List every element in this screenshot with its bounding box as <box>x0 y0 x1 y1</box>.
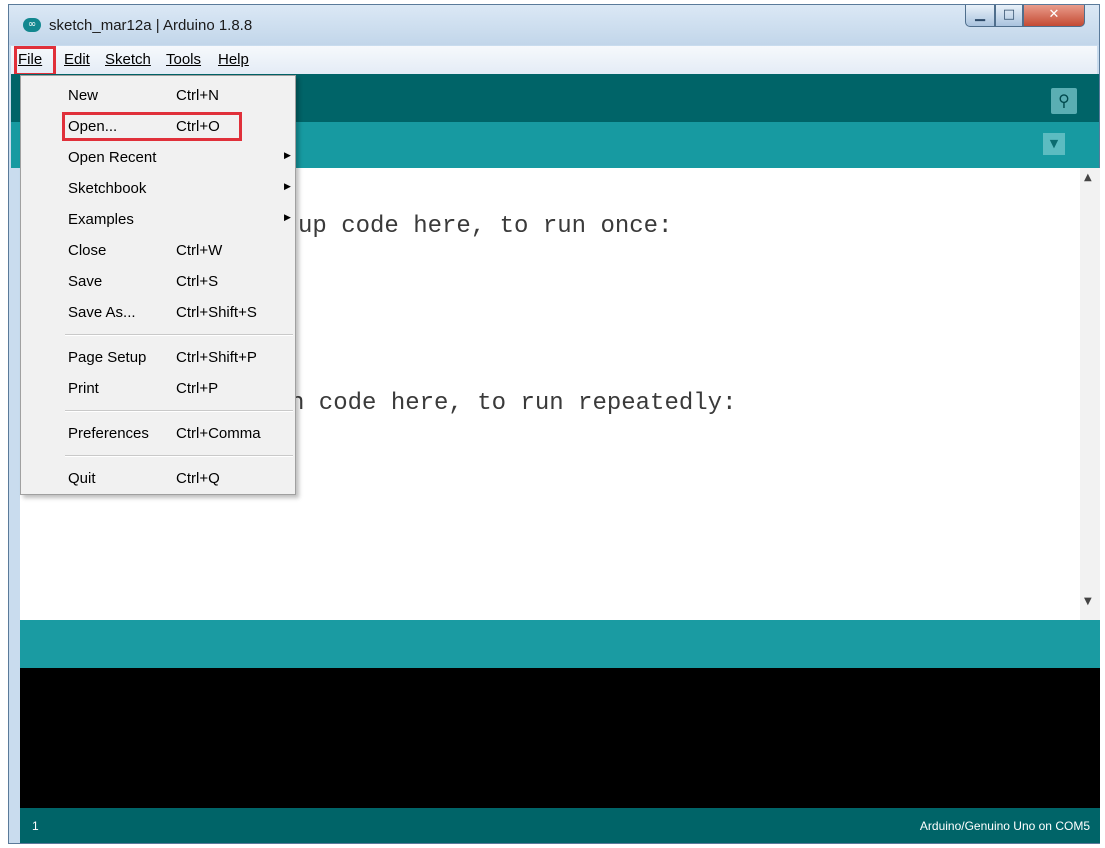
menu-edit[interactable]: Edit <box>64 51 90 68</box>
code-line: up code here, to run once: <box>298 213 673 240</box>
arduino-logo-icon: ∞ <box>23 18 41 32</box>
menu-help[interactable]: Help <box>218 51 249 68</box>
menu-entry-shortcut: Ctrl+Shift+S <box>176 304 257 321</box>
menu-entry-shortcut: Ctrl+W <box>176 242 223 259</box>
menu-entry-save-as[interactable]: Save As... Ctrl+Shift+S <box>21 304 295 328</box>
minimize-button[interactable]: ▁ <box>965 5 995 27</box>
menu-entry-shortcut: Ctrl+S <box>176 273 219 290</box>
title-bar[interactable]: ∞ sketch_mar12a | Arduino 1.8.8 ▁ □ ✕ <box>9 5 1099 45</box>
menu-entry-shortcut: Ctrl+Shift+P <box>176 349 257 366</box>
menu-entry-examples[interactable]: Examples ▶ <box>21 211 295 235</box>
menu-entry-shortcut: Ctrl+Comma <box>176 425 261 442</box>
open-item-highlight <box>62 112 242 141</box>
submenu-arrow-icon: ▶ <box>284 151 291 161</box>
menu-entry-label: Quit <box>68 470 96 487</box>
menu-separator <box>65 334 293 336</box>
menu-entry-shortcut: Ctrl+P <box>176 380 219 397</box>
menu-entry-open-recent[interactable]: Open Recent ▶ <box>21 149 295 173</box>
console-output[interactable] <box>20 668 1100 808</box>
menu-entry-close[interactable]: Close Ctrl+W <box>21 242 295 266</box>
submenu-arrow-icon: ▶ <box>284 213 291 223</box>
menu-bar: File Edit Sketch Tools Help <box>11 46 1097 76</box>
menu-entry-label: Preferences <box>68 425 149 442</box>
maximize-button[interactable]: □ <box>995 5 1023 27</box>
menu-entry-label: Close <box>68 242 107 259</box>
menu-entry-label: Sketchbook <box>68 180 147 197</box>
menu-separator <box>65 410 293 412</box>
menu-entry-label: Open Recent <box>68 149 157 166</box>
menu-entry-preferences[interactable]: Preferences Ctrl+Comma <box>21 425 295 449</box>
tab-menu-dropdown-icon[interactable]: ▼ <box>1043 133 1065 155</box>
window-title: sketch_mar12a | Arduino 1.8.8 <box>49 17 253 34</box>
menu-entry-page-setup[interactable]: Page Setup Ctrl+Shift+P <box>21 349 295 373</box>
close-button[interactable]: ✕ <box>1023 5 1085 27</box>
menu-tools[interactable]: Tools <box>166 51 201 68</box>
menu-entry-label: Save As... <box>68 304 136 321</box>
serial-monitor-icon[interactable]: ⚲ <box>1051 88 1077 114</box>
menu-entry-shortcut: Ctrl+Q <box>176 470 220 487</box>
menu-entry-label: Save <box>68 273 103 290</box>
menu-entry-print[interactable]: Print Ctrl+P <box>21 380 295 404</box>
line-number: 1 <box>32 819 39 833</box>
menu-entry-sketchbook[interactable]: Sketchbook ▶ <box>21 180 295 204</box>
menu-entry-label: Examples <box>68 211 134 228</box>
menu-entry-label: Print <box>68 380 99 397</box>
menu-sketch[interactable]: Sketch <box>105 51 151 68</box>
menu-entry-label: New <box>68 87 99 104</box>
board-port-info: Arduino/Genuino Uno on COM5 <box>919 819 1090 833</box>
menu-entry-save[interactable]: Save Ctrl+S <box>21 273 295 297</box>
menu-separator <box>65 455 293 457</box>
menu-entry-shortcut: Ctrl+N <box>176 87 219 104</box>
menu-entry-quit[interactable]: Quit Ctrl+Q <box>21 470 295 494</box>
menu-entry-new[interactable]: New Ctrl+N <box>21 87 295 111</box>
code-line: n code here, to run repeatedly: <box>290 390 737 417</box>
file-menu-highlight <box>14 46 56 76</box>
status-bar <box>20 620 1100 668</box>
menu-entry-label: Page Setup <box>68 349 147 366</box>
scroll-down-arrow-icon[interactable]: ▼ <box>1084 596 1092 607</box>
scroll-up-arrow-icon[interactable]: ▲ <box>1084 172 1092 183</box>
footer-bar: 1 Arduino/Genuino Uno on COM5 <box>20 808 1100 843</box>
file-dropdown-menu: New Ctrl+N Open... Ctrl+O Open Recent ▶ … <box>20 75 296 495</box>
editor-scrollbar[interactable]: ▲ ▼ <box>1080 168 1100 620</box>
submenu-arrow-icon: ▶ <box>284 182 291 192</box>
